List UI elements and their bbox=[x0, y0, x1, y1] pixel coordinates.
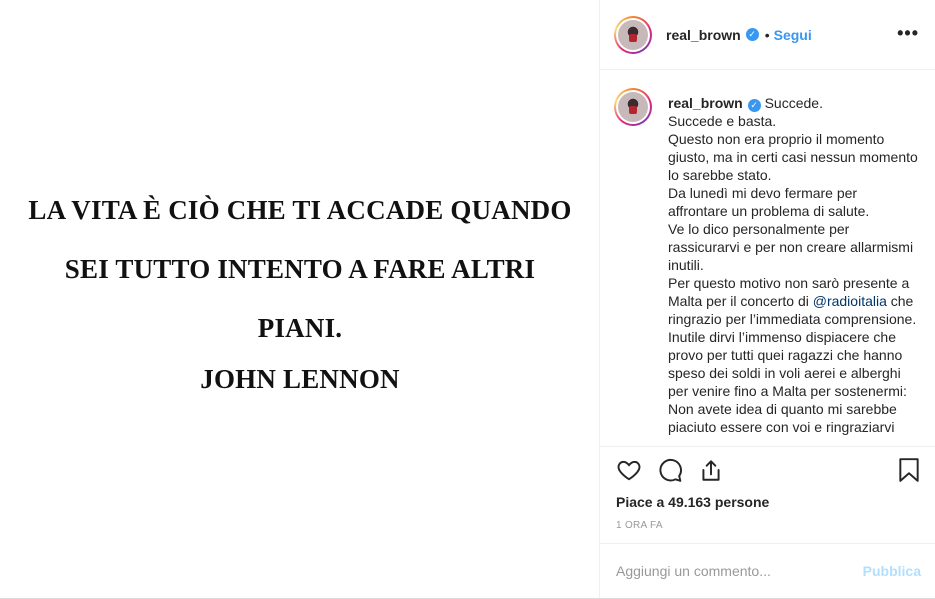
mention-link[interactable]: @radioitalia bbox=[813, 293, 887, 309]
quote-line: LA VITA È CIÒ CHE TI ACCADE QUANDO bbox=[28, 195, 572, 225]
comment-input[interactable] bbox=[616, 563, 863, 579]
comment-icon[interactable] bbox=[657, 457, 683, 488]
caption-line: Ve lo dico personalmente per rassicurarv… bbox=[668, 221, 914, 273]
caption-first-line: Succede. bbox=[764, 95, 823, 111]
header-username[interactable]: real_brown bbox=[666, 27, 741, 43]
post-side-panel: real_brown ✓ • Segui ••• real_brown ✓ Suc… bbox=[600, 0, 935, 598]
more-options-icon[interactable]: ••• bbox=[897, 24, 919, 42]
post-header: real_brown ✓ • Segui ••• bbox=[600, 0, 935, 70]
avatar[interactable] bbox=[614, 15, 652, 54]
follow-button[interactable]: Segui bbox=[774, 27, 812, 43]
heart-icon[interactable] bbox=[616, 457, 642, 488]
publish-button[interactable]: Pubblica bbox=[863, 563, 921, 579]
caption-line: Da lunedì mi devo fermare per affrontare… bbox=[668, 185, 870, 219]
quote-text: LA VITA È CIÒ CHE TI ACCADE QUANDO SEI T… bbox=[0, 182, 600, 418]
quote-line: PIANI. bbox=[257, 313, 343, 343]
separator-dot: • bbox=[764, 26, 770, 43]
caption-line: Succede e basta. bbox=[668, 113, 777, 129]
post-timestamp[interactable]: 1 ORA FA bbox=[616, 520, 663, 531]
caption-line: Non avete idea di quanto mi sarebbe piac… bbox=[668, 401, 897, 435]
share-icon[interactable] bbox=[698, 457, 724, 488]
caption-scroll-area[interactable]: real_brown ✓ Succede. Succede e basta. Qu… bbox=[600, 71, 935, 447]
caption-text: real_brown ✓ Succede. Succede e basta. Qu… bbox=[668, 94, 918, 436]
likes-count[interactable]: Piace a 49.163 persone bbox=[616, 494, 769, 510]
comment-bar: Pubblica bbox=[600, 543, 935, 598]
post-image[interactable]: LA VITA È CIÒ CHE TI ACCADE QUANDO SEI T… bbox=[0, 0, 600, 598]
action-bar bbox=[616, 455, 921, 487]
caption-avatar[interactable] bbox=[614, 88, 652, 126]
bookmark-icon[interactable] bbox=[897, 457, 921, 488]
caption-username[interactable]: real_brown bbox=[668, 95, 743, 111]
instagram-post: LA VITA È CIÒ CHE TI ACCADE QUANDO SEI T… bbox=[0, 0, 935, 599]
verified-badge-icon: ✓ bbox=[747, 99, 761, 112]
avatar-image bbox=[618, 19, 648, 50]
caption-line: Inutile dirvi l’immenso dispiacere che p… bbox=[668, 329, 907, 399]
quote-line: SEI TUTTO INTENTO A FARE ALTRI bbox=[64, 254, 536, 284]
avatar-image bbox=[618, 92, 648, 122]
caption-line: Questo non era proprio il momento giusto… bbox=[668, 131, 918, 183]
verified-badge-icon: ✓ bbox=[745, 28, 759, 41]
quote-author: JOHN LENNON bbox=[200, 364, 400, 394]
